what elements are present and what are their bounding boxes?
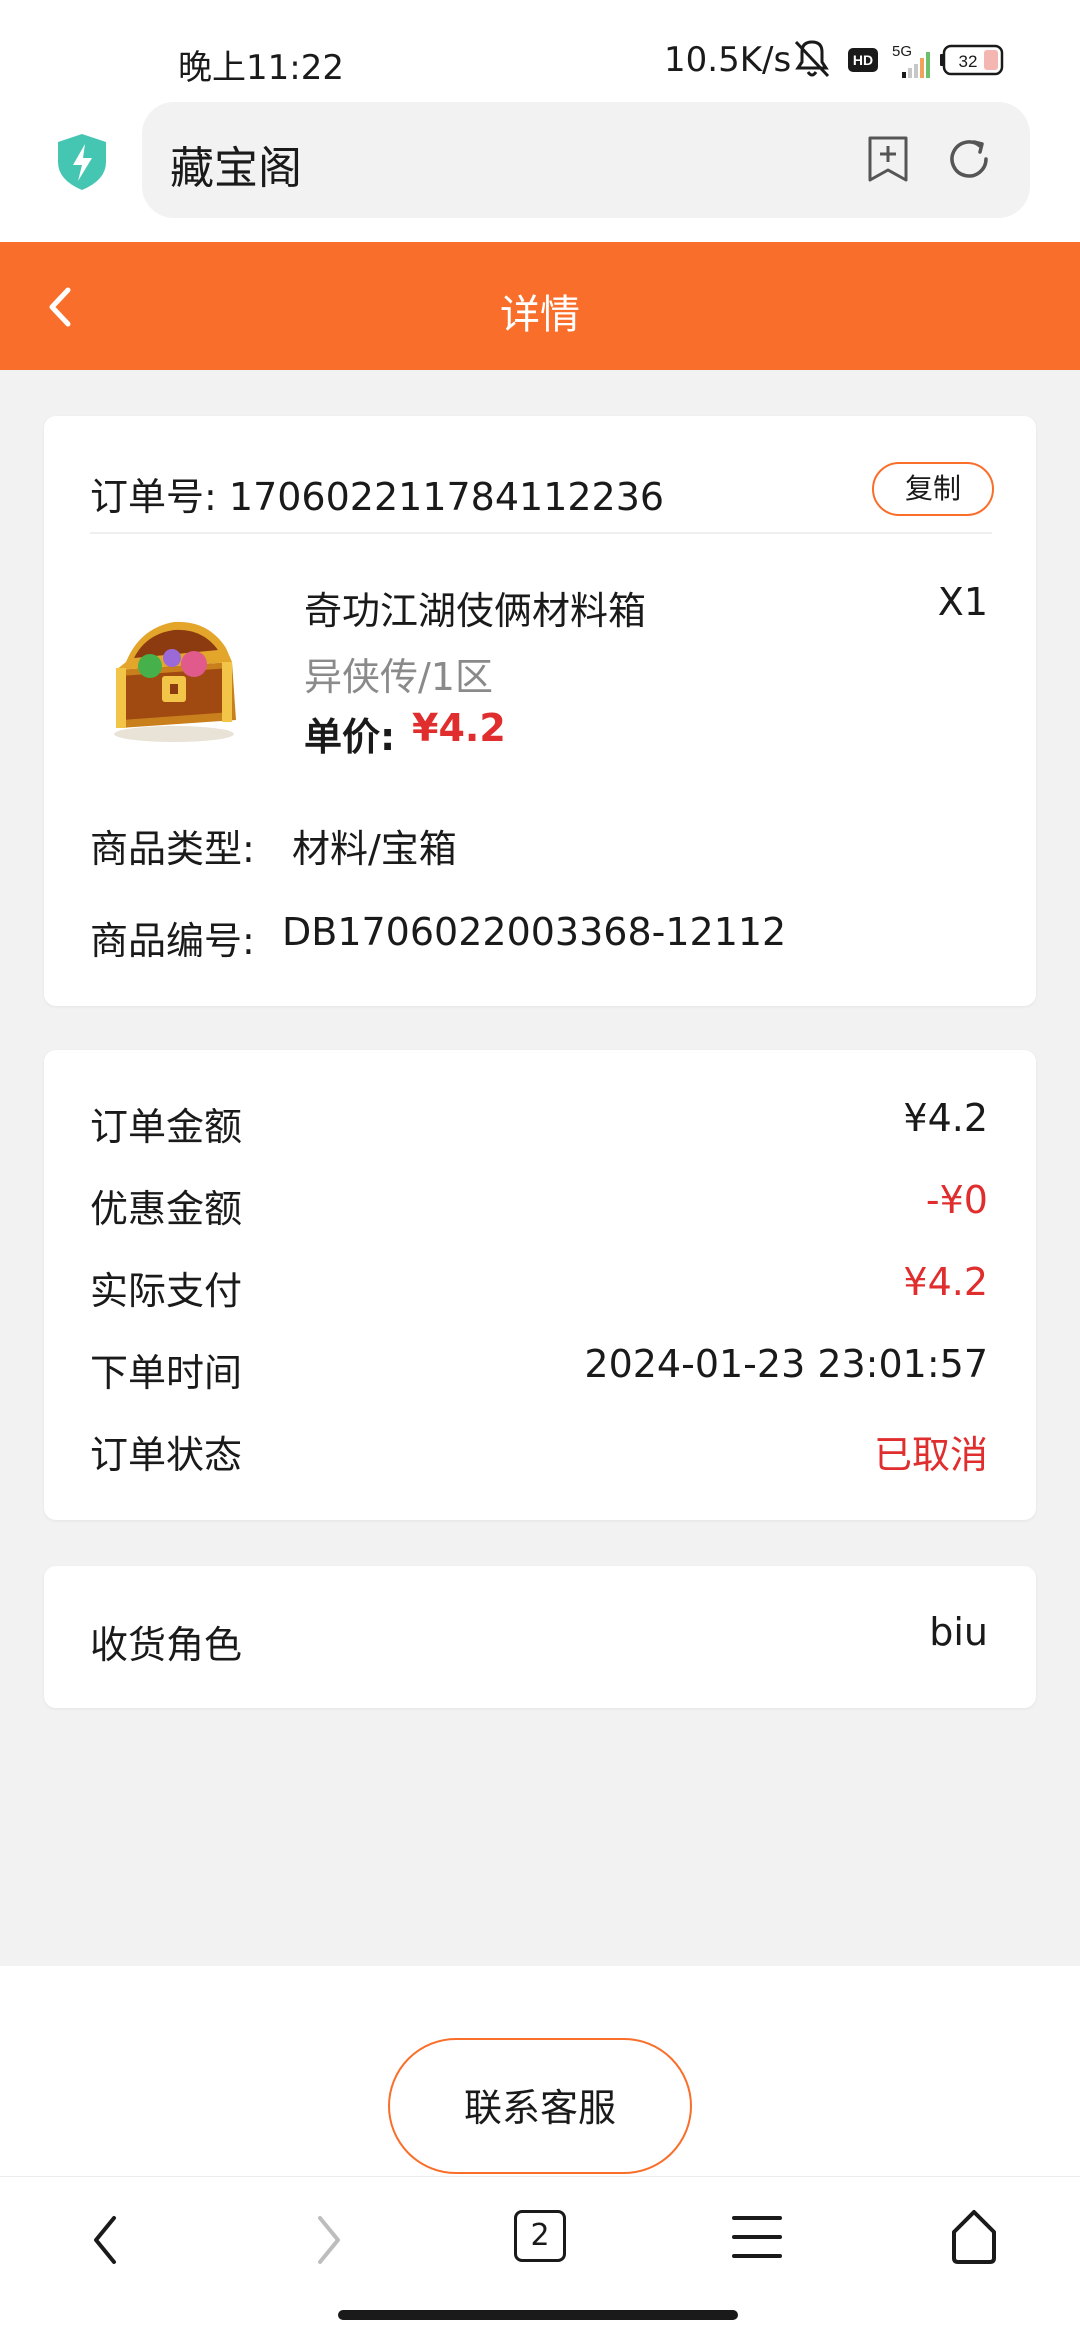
treasure-chest-image: [114, 621, 236, 742]
nav-forward-icon[interactable]: [308, 2210, 348, 2270]
home-icon[interactable]: [946, 2208, 1002, 2266]
actual-payment-label: 实际支付: [90, 1269, 243, 1313]
product-quantity: X1: [937, 580, 988, 624]
discount-amount-value: -¥0: [925, 1178, 988, 1222]
recipient-value: biu: [929, 1610, 988, 1654]
order-number: 订单号: 170602211784112236: [90, 466, 664, 521]
product-type-value: 材料/宝箱: [292, 827, 457, 871]
product-server: 异侠传/1区: [304, 655, 493, 699]
product-type-label: 商品类型:: [90, 827, 255, 871]
page-title: 藏宝阁: [170, 143, 302, 194]
order-amount-label: 订单金额: [90, 1105, 243, 1149]
status-icons: HD 5G 32: [794, 40, 1004, 78]
header-title: 详情: [500, 292, 580, 338]
nav-back-icon[interactable]: [86, 2210, 126, 2270]
divider: [90, 532, 992, 534]
battery-icon: 32: [940, 44, 1004, 76]
menu-icon[interactable]: [732, 2212, 782, 2262]
battery-level: 32: [959, 52, 978, 71]
hd-badge-text: HD: [853, 52, 873, 68]
home-indicator: [338, 2310, 738, 2320]
order-number-label: 订单号:: [90, 475, 217, 519]
product-code-label: 商品编号:: [90, 919, 255, 963]
unit-price-label: 单价:: [304, 715, 396, 759]
product-code-value: DB1706022003368-12112: [282, 910, 787, 954]
order-amount-value: ¥4.2: [903, 1096, 988, 1140]
add-bookmark-icon[interactable]: [866, 134, 910, 184]
order-status-label: 订单状态: [90, 1433, 243, 1477]
recipient-label: 收货角色: [90, 1623, 243, 1667]
copy-button[interactable]: 复制: [872, 462, 994, 516]
network-speed: 10.5K/s: [664, 40, 792, 80]
product-name: 奇功江湖伎俩材料箱: [304, 589, 647, 633]
reload-icon[interactable]: [944, 134, 994, 184]
network-type-label: 5G: [892, 43, 912, 60]
status-time: 晚上11:22: [178, 48, 344, 88]
order-time-label: 下单时间: [90, 1351, 243, 1395]
mute-bell-icon: [794, 40, 830, 78]
order-time-value: 2024-01-23 23:01:57: [584, 1342, 988, 1386]
tabs-button[interactable]: 2: [514, 2210, 566, 2262]
order-status-value: 已取消: [873, 1433, 988, 1477]
hd-badge: HD: [848, 48, 878, 72]
actual-payment-value: ¥4.2: [903, 1260, 988, 1304]
unit-price-value: ¥4.2: [412, 706, 506, 750]
discount-amount-label: 优惠金额: [90, 1187, 243, 1231]
contact-service-button[interactable]: 联系客服: [388, 2038, 692, 2174]
shield-icon[interactable]: [54, 132, 110, 192]
order-number-value: 170602211784112236: [228, 475, 665, 519]
